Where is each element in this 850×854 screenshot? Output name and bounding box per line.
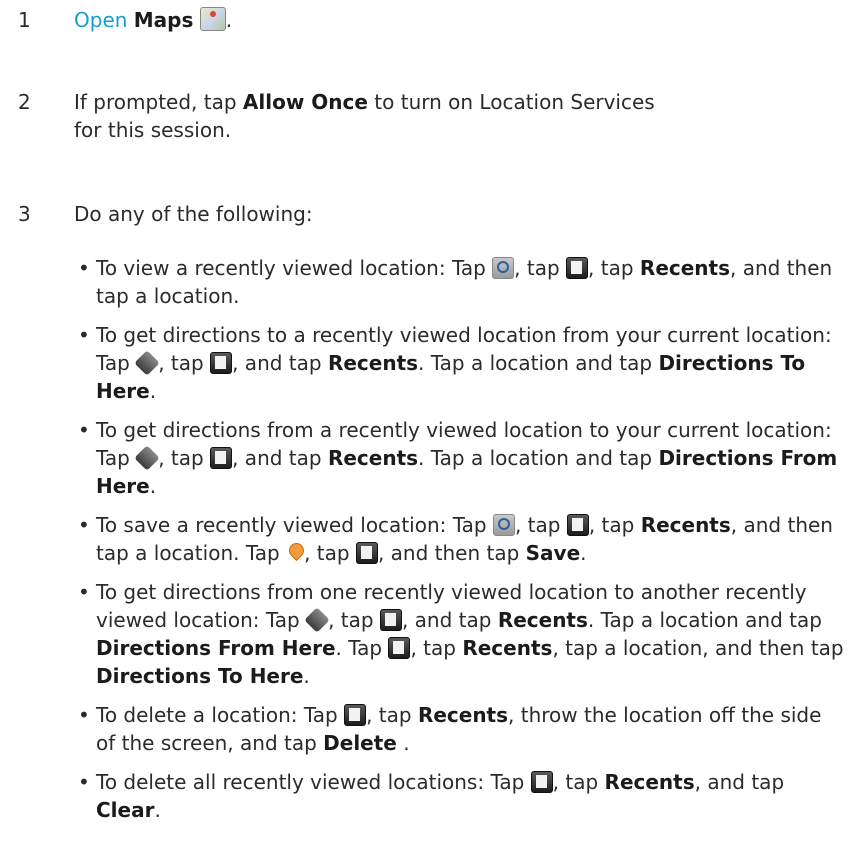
text-run: , tap <box>158 446 211 470</box>
text-run: To view a recently viewed location: Tap <box>96 256 493 280</box>
text-run: . <box>149 474 157 498</box>
directions-icon <box>134 445 160 471</box>
text-run: , tap <box>588 513 641 537</box>
text-run: . <box>580 541 587 565</box>
text-run: , tap <box>588 256 640 280</box>
step-number: 3 <box>18 202 31 226</box>
text-run: , and tap <box>694 770 785 794</box>
text-run: , tap <box>328 608 380 632</box>
text-run: To delete all recently viewed locations:… <box>96 770 531 794</box>
text-run: . <box>303 664 310 688</box>
app-name: Maps <box>133 8 194 32</box>
text-run: . <box>396 731 410 755</box>
bold-term: Save <box>525 541 581 565</box>
bookmark-icon <box>210 447 233 469</box>
list-item: To delete all recently viewed locations:… <box>74 768 844 824</box>
list-item: To get directions from one recently view… <box>74 578 844 690</box>
bold-term: Recents <box>639 256 731 280</box>
bold-term: Recents <box>327 351 419 375</box>
text-run: . Tap a location and tap <box>418 446 659 470</box>
step-number: 2 <box>18 90 31 114</box>
step-text: Do any of the following: <box>74 202 313 226</box>
bold-term: Directions To Here <box>96 664 304 688</box>
bold-term: Recents <box>462 636 553 660</box>
bookmark-icon <box>210 352 233 374</box>
bookmark-icon <box>379 609 402 631</box>
text-run: , tap <box>366 703 418 727</box>
bookmark-icon <box>566 257 589 279</box>
open-link[interactable]: Open <box>74 8 127 32</box>
text-run: . Tap <box>335 636 389 660</box>
step-text-pre: If prompted, tap <box>74 90 243 114</box>
bold-term: Clear <box>96 798 155 822</box>
bold-term: Recents <box>604 770 695 794</box>
bold-term: Recents <box>327 446 419 470</box>
text-run: , and tap <box>232 446 328 470</box>
text-run: , tap <box>304 541 356 565</box>
text-run: , and tap <box>232 351 328 375</box>
bold-term: Delete <box>323 731 397 755</box>
directions-icon <box>304 607 330 633</box>
bold-term: Directions From Here <box>96 636 336 660</box>
text-run: , and tap <box>401 608 498 632</box>
list-item: To get directions to a recently viewed l… <box>74 321 844 405</box>
bookmark-icon <box>355 542 378 564</box>
directions-icon <box>134 350 160 376</box>
bookmark-icon <box>344 704 367 726</box>
text-run: . Tap a location and tap <box>587 608 822 632</box>
text-run: To delete a location: Tap <box>96 703 345 727</box>
bold-term: Recents <box>417 703 509 727</box>
list-item: To save a recently viewed location: Tap … <box>74 511 844 567</box>
text-run: , tap <box>552 770 605 794</box>
step-text: Open Maps . <box>74 6 834 34</box>
text-run: , tap <box>158 351 211 375</box>
search-icon <box>492 257 515 279</box>
step-text: If prompted, tap Allow Once to turn on L… <box>74 88 674 144</box>
bookmark-icon <box>530 771 553 793</box>
bold-term: Recents <box>497 608 588 632</box>
allow-once-label: Allow Once <box>242 90 368 114</box>
text-run: , tap <box>514 256 567 280</box>
text-run: To save a recently viewed location: Tap <box>96 513 493 537</box>
maps-app-icon <box>199 7 226 31</box>
step-number: 1 <box>18 8 31 32</box>
bookmark-icon <box>566 514 589 536</box>
text-run: , tap <box>514 513 567 537</box>
step-period: . <box>225 8 233 32</box>
list-item: To get directions from a recently viewed… <box>74 416 844 500</box>
text-run: , and then tap <box>377 541 526 565</box>
list-item: To view a recently viewed location: Tap … <box>74 254 844 310</box>
text-run: . Tap a location and tap <box>418 351 659 375</box>
text-run: , tap <box>410 636 463 660</box>
bookmark-icon <box>388 637 411 659</box>
text-run: . <box>149 379 157 403</box>
text-run: , tap a location, and then tap <box>552 636 844 660</box>
pin-icon <box>286 542 304 564</box>
search-icon <box>492 514 515 536</box>
text-run: . <box>154 798 161 822</box>
list-item: To delete a location: Tap , tap Recents,… <box>74 701 844 757</box>
options-list: To view a recently viewed location: Tap … <box>74 254 844 835</box>
bold-term: Recents <box>640 513 731 537</box>
